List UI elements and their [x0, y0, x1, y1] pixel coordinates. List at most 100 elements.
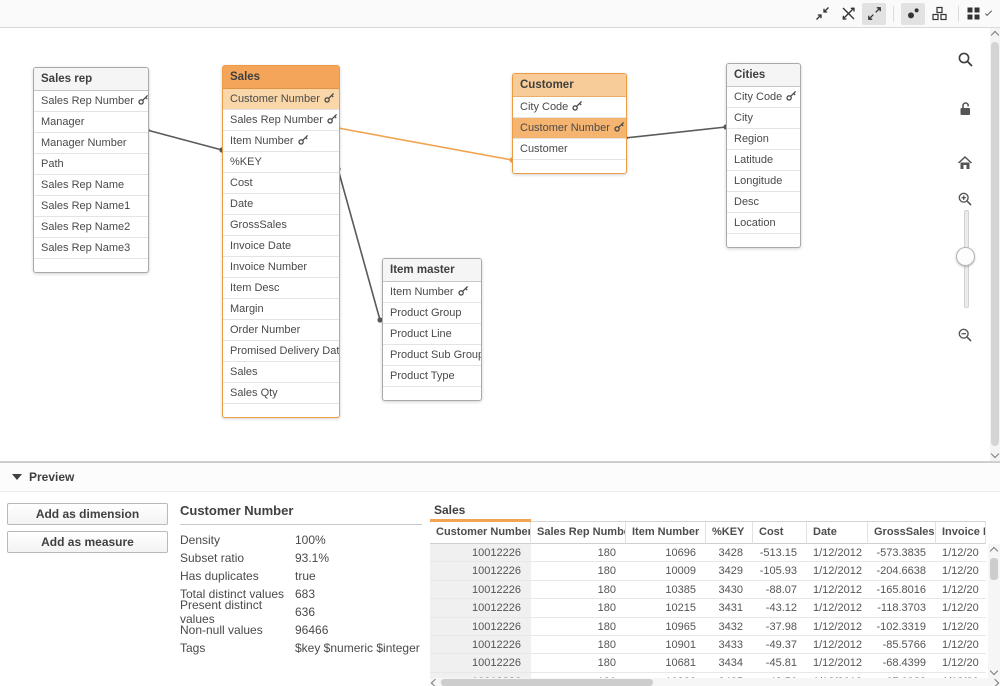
field-row-key[interactable]: %KEY: [223, 152, 339, 173]
field-label: Longitude: [734, 175, 782, 187]
home-icon[interactable]: [954, 152, 976, 174]
add-as-measure-button[interactable]: Add as measure: [7, 531, 168, 553]
add-as-dimension-button[interactable]: Add as dimension: [7, 503, 168, 525]
column-header-sales-rep-number[interactable]: Sales Rep Number: [531, 522, 626, 544]
layout-icon: [932, 6, 947, 21]
association-line[interactable]: [625, 127, 726, 138]
field-row-product-line[interactable]: Product Line: [383, 324, 481, 345]
zoom-out-icon[interactable]: [954, 324, 976, 346]
table-scroll-right-arrow[interactable]: [990, 678, 1000, 686]
field-label: Item Desc: [230, 282, 280, 294]
field-row-product-sub-group[interactable]: Product Sub Group: [383, 345, 481, 366]
scroll-down-arrow[interactable]: [990, 449, 1000, 459]
association-line[interactable]: [338, 169, 380, 320]
scroll-up-arrow[interactable]: [990, 30, 1000, 40]
table-header[interactable]: Item master: [383, 259, 481, 282]
table-header[interactable]: Sales rep: [34, 68, 148, 91]
field-row-region[interactable]: Region: [727, 129, 800, 150]
table-header[interactable]: Customer: [513, 74, 626, 97]
association-line[interactable]: [338, 128, 512, 160]
field-row-invoice-date[interactable]: Invoice Date: [223, 236, 339, 257]
table-cell: 1/12/2012: [807, 636, 868, 654]
search-icon[interactable]: [954, 48, 976, 70]
table-vscrollbar-thumb[interactable]: [990, 558, 998, 580]
table-hscrollbar-thumb[interactable]: [441, 679, 653, 686]
column-header-grosssales[interactable]: GrossSales: [868, 522, 936, 544]
field-label: Promised Delivery Date: [230, 345, 339, 357]
field-row-sales-qty[interactable]: Sales Qty: [223, 383, 339, 404]
field-row-margin[interactable]: Margin: [223, 299, 339, 320]
model-table-cities[interactable]: CitiesCity CodeCityRegionLatitude Longitu…: [726, 63, 801, 248]
field-row-location[interactable]: Location: [727, 213, 800, 234]
table-vscrollbar[interactable]: [988, 544, 1000, 678]
zoom-slider-handle[interactable]: [956, 247, 975, 266]
field-row-longitude[interactable]: Longitude: [727, 171, 800, 192]
layout-button[interactable]: [927, 3, 951, 25]
field-row-customer-number[interactable]: Customer Number: [513, 118, 626, 139]
field-row-date[interactable]: Date: [223, 194, 339, 215]
table-header[interactable]: Cities: [727, 64, 800, 87]
table-cell: 10009: [626, 562, 706, 580]
field-row-manager-number[interactable]: Manager Number: [34, 133, 148, 154]
field-row-customer-number[interactable]: Customer Number: [223, 89, 339, 110]
table-cell: -204.6638: [868, 562, 936, 580]
field-row-item-desc[interactable]: Item Desc: [223, 278, 339, 299]
field-row-latitude[interactable]: Latitude: [727, 150, 800, 171]
expand-all-button[interactable]: [862, 3, 886, 25]
field-row-city-code[interactable]: City Code: [727, 87, 800, 108]
field-label: Sales Qty: [230, 387, 278, 399]
table-scroll-down-arrow[interactable]: [989, 666, 999, 676]
field-row-sales-rep-number[interactable]: Sales Rep Number: [223, 110, 339, 131]
column-header-customer-number[interactable]: Customer Number: [430, 522, 531, 544]
field-row-promised-delivery-date[interactable]: Promised Delivery Date: [223, 341, 339, 362]
field-row-item-number[interactable]: Item Number: [223, 131, 339, 152]
field-row-manager[interactable]: Manager: [34, 112, 148, 133]
preview-header[interactable]: Preview: [0, 463, 1000, 492]
field-row-item-number[interactable]: Item Number: [383, 282, 481, 303]
field-row-sales[interactable]: Sales: [223, 362, 339, 383]
field-row-sales-rep-name3[interactable]: Sales Rep Name3: [34, 238, 148, 259]
model-table-sales-rep[interactable]: Sales repSales Rep NumberManagerManager …: [33, 67, 149, 273]
field-detail-row: Has duplicatestrue: [180, 567, 422, 585]
column-header-date[interactable]: Date: [807, 522, 868, 544]
field-row-order-number[interactable]: Order Number: [223, 320, 339, 341]
table-hscrollbar[interactable]: [430, 678, 1000, 686]
field-row-city[interactable]: City: [727, 108, 800, 129]
field-row-product-group[interactable]: Product Group: [383, 303, 481, 324]
canvas-scrollbar[interactable]: [990, 28, 1000, 461]
field-row-grosssales[interactable]: GrossSales: [223, 215, 339, 236]
field-row-desc[interactable]: Desc: [727, 192, 800, 213]
field-row-path[interactable]: Path: [34, 154, 148, 175]
model-table-item-master[interactable]: Item masterItem NumberProduct GroupProdu…: [382, 258, 482, 401]
field-row-customer[interactable]: Customer: [513, 139, 626, 160]
column-header-cost[interactable]: Cost: [753, 522, 807, 544]
field-row-city-code[interactable]: City Code: [513, 97, 626, 118]
column-header-item-number[interactable]: Item Number: [626, 522, 706, 544]
model-canvas[interactable]: Sales repSales Rep NumberManagerManager …: [0, 28, 1000, 462]
table-scroll-up-arrow[interactable]: [989, 546, 999, 556]
internal-table-view-button[interactable]: [901, 3, 925, 25]
table-scroll-left-arrow[interactable]: [430, 678, 440, 686]
table-cell: 1/12/20: [936, 544, 986, 562]
field-row-invoice-number[interactable]: Invoice Number: [223, 257, 339, 278]
field-row-cost[interactable]: Cost: [223, 173, 339, 194]
field-row-sales-rep-number[interactable]: Sales Rep Number: [34, 91, 148, 112]
column-header-key[interactable]: %KEY: [706, 522, 753, 544]
canvas-scrollbar-thumb[interactable]: [991, 42, 999, 446]
field-row-sales-rep-name2[interactable]: Sales Rep Name2: [34, 217, 148, 238]
field-row-sales-rep-name[interactable]: Sales Rep Name: [34, 175, 148, 196]
model-table-sales[interactable]: SalesCustomer NumberSales Rep NumberItem…: [222, 65, 340, 418]
zoom-in-icon[interactable]: [954, 188, 976, 210]
collapse-all-button[interactable]: [810, 3, 834, 25]
show-linked-tables-button[interactable]: [836, 3, 860, 25]
association-line[interactable]: [147, 130, 222, 150]
field-row-product-type[interactable]: Product Type: [383, 366, 481, 387]
field-row-sales-rep-name1[interactable]: Sales Rep Name1: [34, 196, 148, 217]
unlock-icon[interactable]: [954, 98, 976, 120]
zoom-slider[interactable]: [960, 210, 970, 306]
table-header[interactable]: Sales: [223, 66, 339, 89]
model-table-customer[interactable]: CustomerCity CodeCustomer NumberCustomer: [512, 73, 627, 174]
grid-view-button[interactable]: [966, 3, 990, 25]
column-header-invoice-date[interactable]: Invoice Date: [936, 522, 986, 544]
table-cell: 10012226: [430, 581, 531, 599]
